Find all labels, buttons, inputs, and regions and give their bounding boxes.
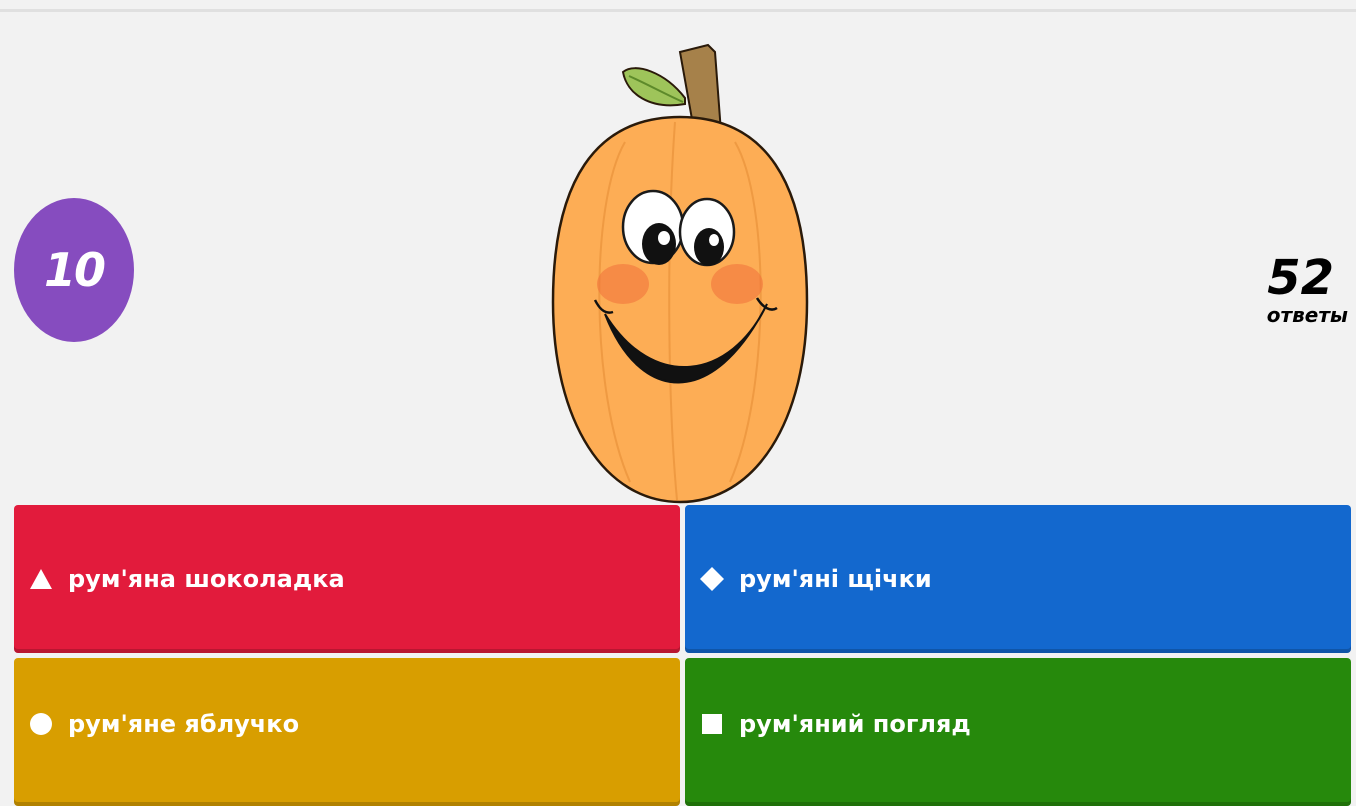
timer-value: 10 (43, 243, 106, 297)
countdown-timer: 10 (14, 198, 134, 342)
answers-counter: 52 ответы (1208, 252, 1348, 326)
square-icon (702, 714, 722, 734)
question-stage: 10 52 ответы (0, 12, 1356, 504)
answer-option-yellow[interactable]: рум'яне яблучко (14, 658, 680, 806)
circle-icon (30, 713, 52, 735)
answers-count: 52 (1267, 250, 1334, 306)
diamond-icon (700, 567, 724, 591)
answer-option-blue[interactable]: рум'яні щічки (685, 505, 1351, 653)
answer-text: рум'яне яблучко (68, 710, 300, 738)
pumpkin-face-icon (551, 43, 809, 504)
answer-option-green[interactable]: рум'яний погляд (685, 658, 1351, 806)
answer-text: рум'яний погляд (739, 710, 971, 738)
answer-option-red[interactable]: рум'яна шоколадка (14, 505, 680, 653)
answer-text: рум'яна шоколадка (68, 565, 345, 593)
answer-grid: рум'яна шоколадка рум'яні щічки рум'яне … (14, 505, 1351, 806)
answers-label: ответы (1266, 303, 1348, 327)
answer-text: рум'яні щічки (739, 565, 932, 593)
triangle-icon (30, 569, 52, 589)
